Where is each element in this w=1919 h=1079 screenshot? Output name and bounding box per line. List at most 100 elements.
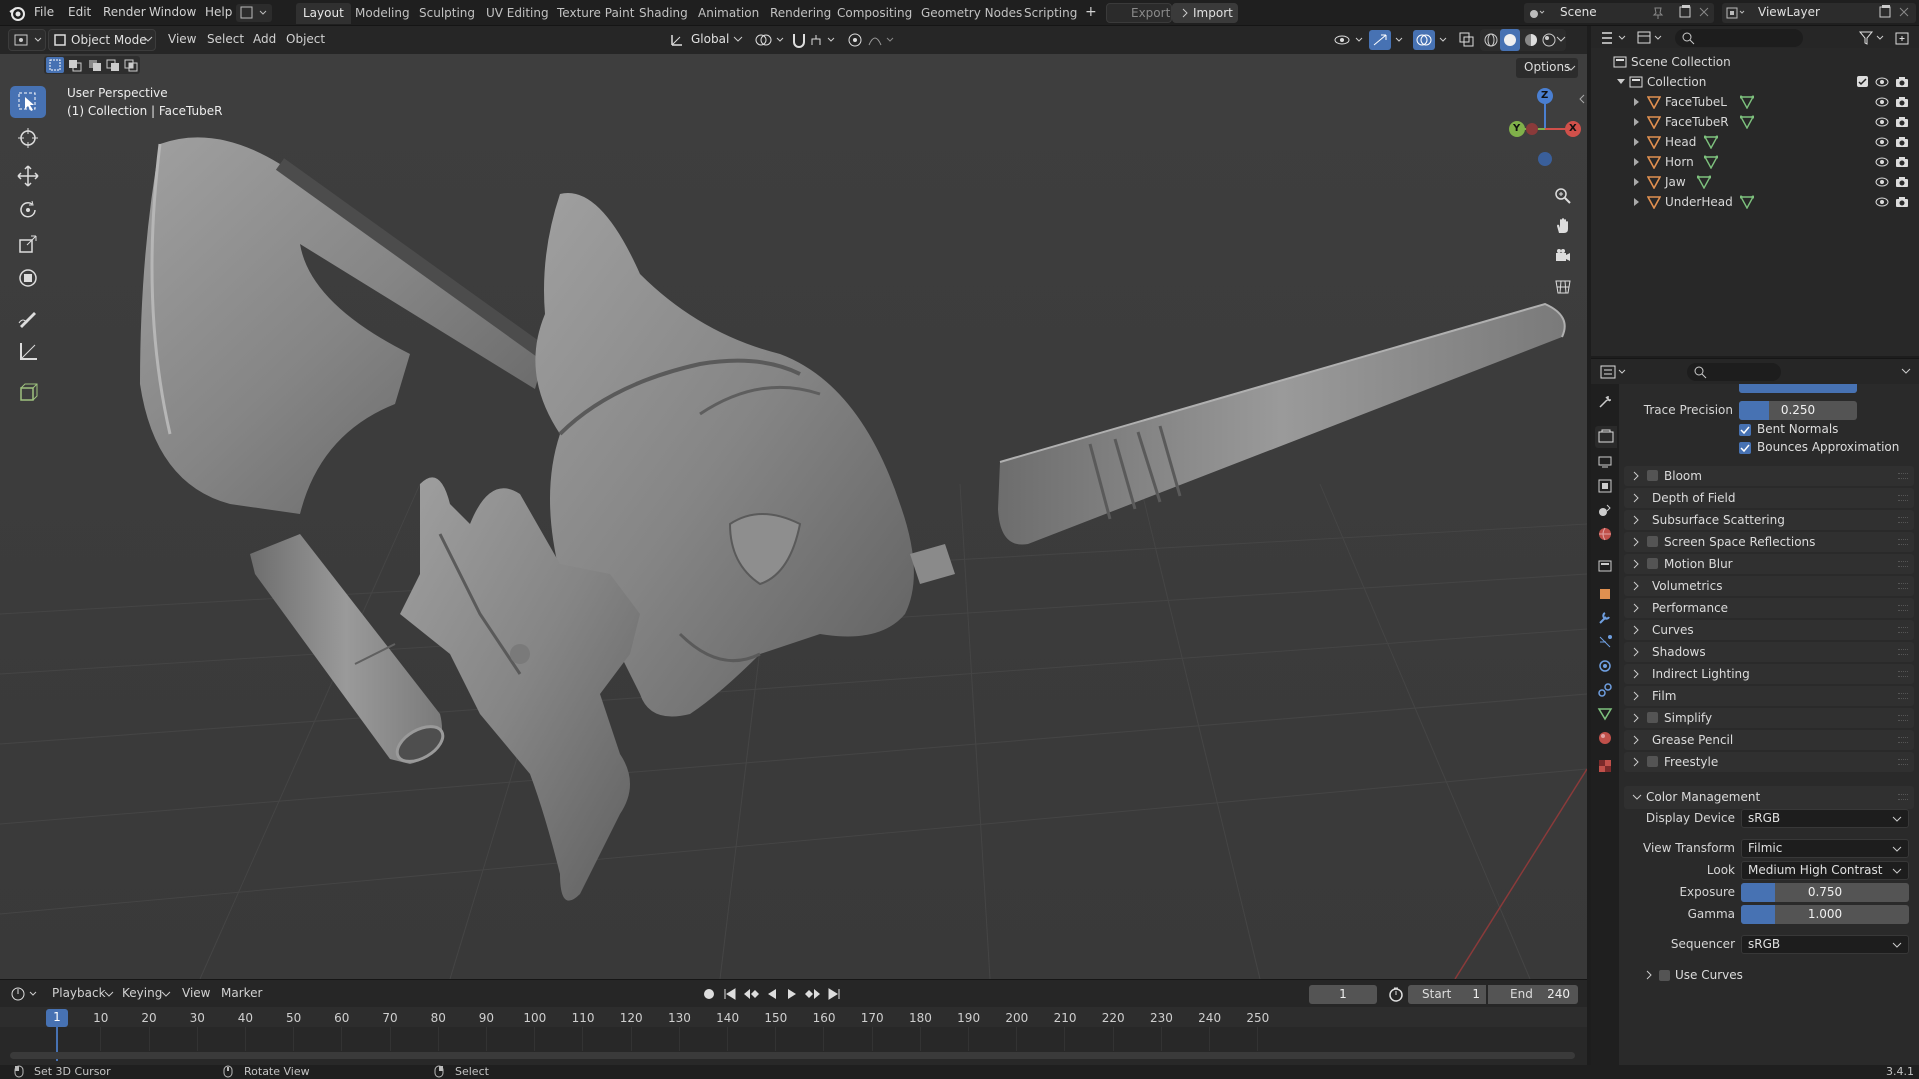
options-dropdown[interactable]: Options [1516, 58, 1578, 78]
exclude-checkbox[interactable] [1857, 76, 1868, 87]
start-frame-field[interactable]: Start 1 [1408, 985, 1486, 1004]
workspace-dropdown[interactable] [236, 4, 272, 22]
modifier-tab-icon[interactable] [1597, 610, 1613, 626]
tree-row-object[interactable]: UnderHead [1591, 192, 1919, 212]
xray-toggle[interactable] [1456, 29, 1478, 51]
remove-scene-icon[interactable] [1698, 5, 1710, 19]
timeline-menu-marker[interactable]: Marker [221, 986, 262, 1000]
tree-row-object[interactable]: FaceTubeR [1591, 112, 1919, 132]
tab-rendering[interactable]: Rendering [763, 3, 838, 24]
panel-film[interactable]: Film [1624, 686, 1914, 706]
sequencer-select[interactable]: sRGB [1741, 935, 1909, 954]
expand-right-icon[interactable] [1633, 138, 1641, 146]
tab-sculpting[interactable]: Sculpting [412, 3, 482, 24]
move-tool[interactable] [10, 160, 46, 192]
import-button[interactable]: Import [1172, 3, 1238, 23]
tab-compositing[interactable]: Compositing [830, 3, 919, 24]
end-frame-field[interactable]: End 240 [1488, 985, 1578, 1004]
export-button[interactable]: Export [1106, 3, 1172, 23]
eye-icon[interactable] [1875, 95, 1889, 109]
mesh-data-icon[interactable] [1696, 175, 1711, 189]
subpanel-use-curves[interactable]: Use Curves [1639, 966, 1909, 986]
tab-uv-editing[interactable]: UV Editing [479, 3, 556, 24]
view-layer-selector[interactable]: ViewLayer [1722, 3, 1916, 23]
object-name[interactable]: FaceTubeL [1665, 95, 1727, 109]
view-layer-tab-icon[interactable] [1597, 478, 1613, 494]
panel-depth-of-field[interactable]: Depth of Field [1624, 488, 1914, 508]
tab-layout[interactable]: Layout [296, 3, 351, 24]
select-extend-icon[interactable] [66, 57, 84, 73]
current-frame-field[interactable]: 1 [1309, 985, 1377, 1004]
tab-animation[interactable]: Animation [691, 3, 766, 24]
object-tab-icon[interactable] [1597, 586, 1613, 602]
panel-enable-checkbox[interactable] [1647, 536, 1658, 547]
select-intersect-icon[interactable] [122, 57, 140, 73]
panel-simplify[interactable]: Simplify [1624, 708, 1914, 728]
outliner-search-input[interactable] [1675, 29, 1803, 47]
timeline-menu-playback[interactable]: Playback [52, 986, 106, 1000]
eye-icon[interactable] [1875, 195, 1889, 209]
object-visibility-dropdown[interactable] [1330, 30, 1368, 50]
zoom-button[interactable] [1549, 182, 1577, 210]
collection-tab-icon[interactable] [1597, 558, 1613, 574]
factor-slider[interactable] [1739, 384, 1857, 393]
panel-indirect-lighting[interactable]: Indirect Lighting [1624, 664, 1914, 684]
timeline[interactable]: 10 20 30 40 50 60 70 80 90 100 110 120 130 140 150 160 1… [0, 1007, 1587, 1065]
record-button[interactable] [700, 985, 718, 1003]
ortho-toggle-button[interactable] [1549, 272, 1577, 300]
expand-right-icon[interactable] [1633, 198, 1641, 206]
mesh-data-icon[interactable] [1703, 155, 1718, 169]
play-reverse-button[interactable] [764, 985, 780, 1003]
transform-orientation-dropdown[interactable]: Global [667, 30, 743, 50]
mesh-data-icon[interactable] [1739, 195, 1754, 209]
scene-tab-icon[interactable] [1597, 502, 1613, 518]
panel-performance[interactable]: Performance [1624, 598, 1914, 618]
world-tab-icon[interactable] [1597, 526, 1613, 542]
panel-subsurface-scattering[interactable]: Subsurface Scattering [1624, 510, 1914, 530]
new-view-layer-icon[interactable] [1878, 5, 1892, 19]
select-invert-icon[interactable] [104, 57, 122, 73]
expand-right-icon[interactable] [1633, 98, 1641, 106]
menu-add[interactable]: Add [253, 32, 276, 46]
bent-normals-checkbox[interactable] [1739, 424, 1751, 436]
panel-enable-checkbox[interactable] [1647, 756, 1658, 767]
play-button[interactable] [784, 985, 800, 1003]
trace-precision-slider[interactable]: 0.250 [1739, 401, 1857, 420]
panel-freestyle[interactable]: Freestyle [1624, 752, 1914, 772]
transform-tool[interactable] [10, 262, 46, 294]
constraints-tab-icon[interactable] [1597, 682, 1613, 698]
scene-selector[interactable]: Scene [1524, 3, 1714, 23]
tab-geometry-nodes[interactable]: Geometry Nodes [914, 3, 1029, 24]
display-device-select[interactable]: sRGB [1741, 809, 1909, 828]
camera-render-icon[interactable] [1895, 195, 1909, 209]
panel-color-management[interactable]: Color Management [1624, 786, 1914, 809]
tab-shading[interactable]: Shading [632, 3, 695, 24]
editor-type-dropdown[interactable] [8, 29, 46, 51]
wireframe-shading-icon[interactable] [1482, 31, 1500, 49]
bounces-approximation-checkbox[interactable] [1739, 442, 1751, 454]
tree-row-collection[interactable]: Collection [1591, 72, 1919, 92]
chevron-down-icon[interactable] [1901, 368, 1911, 376]
gizmo-toggle[interactable] [1368, 29, 1408, 51]
tab-scripting[interactable]: Scripting [1017, 3, 1084, 24]
scene-canvas[interactable] [0, 54, 1587, 979]
properties-search-input[interactable] [1687, 363, 1781, 381]
jump-end-button[interactable] [826, 985, 842, 1003]
panel-volumetrics[interactable]: Volumetrics [1624, 576, 1914, 596]
menu-window[interactable]: Window [149, 5, 196, 19]
mesh-data-icon[interactable] [1739, 115, 1754, 129]
mode-dropdown[interactable]: Object Mode [48, 29, 156, 51]
timeline-menu-keying[interactable]: Keying [122, 986, 162, 1000]
timeline-editor-type[interactable] [8, 983, 40, 1005]
sidebar-toggle-icon[interactable] [1578, 94, 1586, 104]
expand-down-icon[interactable] [1617, 78, 1625, 86]
eye-icon[interactable] [1875, 135, 1889, 149]
tab-modeling[interactable]: Modeling [348, 3, 417, 24]
object-name[interactable]: FaceTubeR [1665, 115, 1729, 129]
3d-viewport[interactable]: Z Y X User Perspective (1) Collection | … [0, 54, 1587, 979]
tree-row-object[interactable]: Horn [1591, 152, 1919, 172]
menu-render[interactable]: Render [103, 5, 146, 19]
menu-object[interactable]: Object [286, 32, 325, 46]
scene-name[interactable]: Scene [1560, 5, 1597, 19]
eye-icon[interactable] [1875, 175, 1889, 189]
